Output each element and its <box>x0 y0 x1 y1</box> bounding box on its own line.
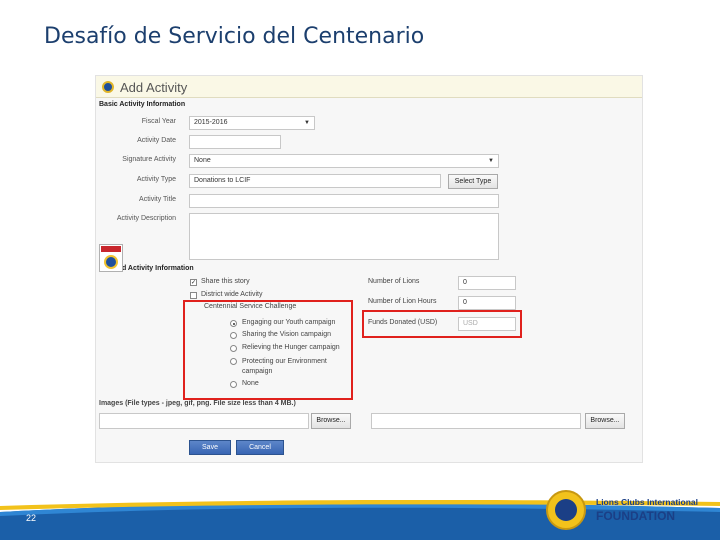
lions-logo-icon <box>102 81 114 93</box>
basic-section-title: Basic Activity Information <box>99 101 186 108</box>
add-activity-form: Add Activity Basic Activity Information … <box>95 75 643 463</box>
share-story-checkbox[interactable]: ✓ <box>190 279 197 286</box>
share-story-label: Share this story <box>201 278 250 285</box>
number-of-lions-label: Number of Lions <box>368 278 420 285</box>
images-label: Images (File types - jpeg, gif, png. Fil… <box>99 400 296 407</box>
fiscal-year-label: Fiscal Year <box>141 118 176 125</box>
number-of-lion-hours-input[interactable]: 0 <box>458 296 516 310</box>
browse-button-2[interactable]: Browse... <box>585 413 625 429</box>
activity-description-label: Activity Description <box>116 215 176 222</box>
lcif-org-name: Lions Clubs International <box>596 497 699 507</box>
activity-date-input[interactable] <box>189 135 281 149</box>
fiscal-year-value: 2015-2016 <box>194 119 228 126</box>
challenge-highlight-box <box>183 300 353 400</box>
form-header: Add Activity <box>96 76 642 98</box>
page-number: 22 <box>26 513 37 523</box>
activity-type-input[interactable]: Donations to LCIF <box>189 174 441 188</box>
activity-title-input[interactable] <box>189 194 499 208</box>
activity-date-label: Activity Date <box>137 137 176 144</box>
image-file-input-1[interactable] <box>99 413 309 429</box>
lcif-logo-icon <box>546 490 586 530</box>
signature-activity-value: None <box>194 157 211 164</box>
slide-title: Desafío de Servicio del Centenario <box>44 24 425 49</box>
activity-description-textarea[interactable] <box>189 213 499 260</box>
number-of-lions-input[interactable]: 0 <box>458 276 516 290</box>
select-type-button[interactable]: Select Type <box>448 174 498 189</box>
centennial-badge-banner <box>101 246 121 252</box>
activity-type-label: Activity Type <box>136 176 176 183</box>
save-button[interactable]: Save <box>189 440 231 455</box>
chevron-down-icon: ▼ <box>304 120 310 126</box>
slide: Desafío de Servicio del Centenario Add A… <box>0 0 720 540</box>
signature-activity-label: Signature Activity <box>122 156 176 163</box>
cancel-button[interactable]: Cancel <box>236 440 284 455</box>
centennial-badge-emblem <box>104 255 118 269</box>
district-wide-label: District wide Activity <box>201 291 263 298</box>
fiscal-year-select[interactable]: 2015-2016 ▼ <box>189 116 315 130</box>
browse-button-1[interactable]: Browse... <box>311 413 351 429</box>
district-wide-checkbox[interactable] <box>190 292 197 299</box>
funds-highlight-box <box>362 310 522 338</box>
number-of-lion-hours-label: Number of Lion Hours <box>368 298 437 305</box>
chevron-down-icon: ▼ <box>488 158 494 164</box>
activity-title-label: Activity Title <box>139 196 176 203</box>
lcif-logo-emblem <box>555 499 577 521</box>
form-title: Add Activity <box>120 80 188 95</box>
signature-activity-select[interactable]: None ▼ <box>189 154 499 168</box>
image-file-input-2[interactable] <box>371 413 581 429</box>
centennial-badge-icon <box>99 244 123 272</box>
lcif-foundation: FOUNDATION <box>596 509 676 523</box>
